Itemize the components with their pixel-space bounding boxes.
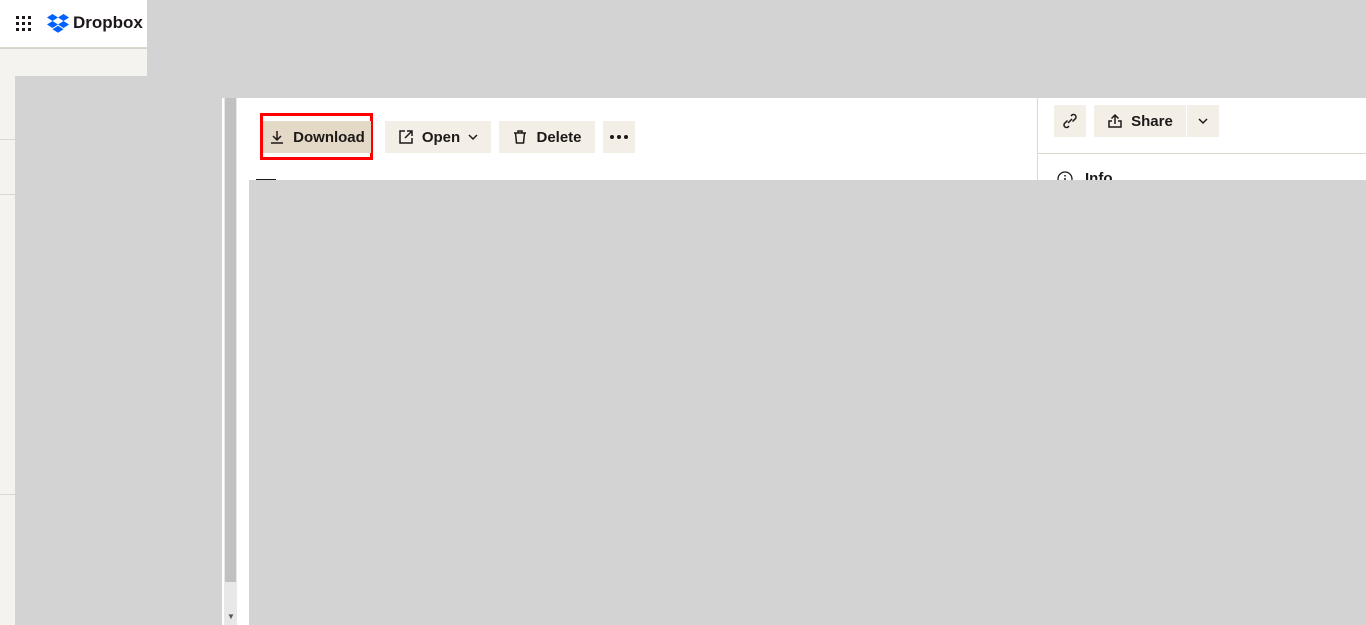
copy-link-button[interactable]: [1054, 105, 1086, 137]
open-label: Open: [421, 128, 461, 146]
more-options-button[interactable]: [603, 121, 635, 153]
open-button[interactable]: Open: [385, 121, 491, 153]
modal-overlay-content: [249, 180, 1366, 625]
chevron-down-icon: [1198, 118, 1208, 125]
top-header: Dropbox: [0, 0, 147, 48]
share-button[interactable]: Share: [1094, 105, 1186, 137]
share-icon: [1108, 113, 1122, 128]
brand-name[interactable]: Dropbox: [73, 13, 143, 33]
scrollbar-thumb[interactable]: [225, 98, 236, 582]
share-label: Share: [1131, 112, 1173, 130]
open-external-icon: [399, 130, 413, 144]
download-label: Download: [293, 128, 365, 146]
dropbox-logo-icon[interactable]: [47, 14, 69, 34]
chevron-down-icon: [468, 134, 478, 141]
right-panel-separator: [1038, 153, 1366, 154]
trash-icon: [514, 130, 527, 144]
download-icon: [271, 131, 284, 144]
right-panel-divider: [1037, 98, 1038, 180]
app-grid-icon[interactable]: [16, 16, 32, 32]
delete-button[interactable]: Delete: [499, 121, 595, 153]
modal-overlay-left: [15, 76, 223, 625]
scroll-down-arrow-icon[interactable]: ▼: [227, 612, 235, 621]
delete-label: Delete: [536, 128, 582, 146]
ellipsis-icon: [610, 135, 628, 139]
link-icon: [1063, 113, 1077, 129]
download-button[interactable]: Download: [263, 121, 371, 153]
share-options-button[interactable]: [1187, 105, 1219, 137]
